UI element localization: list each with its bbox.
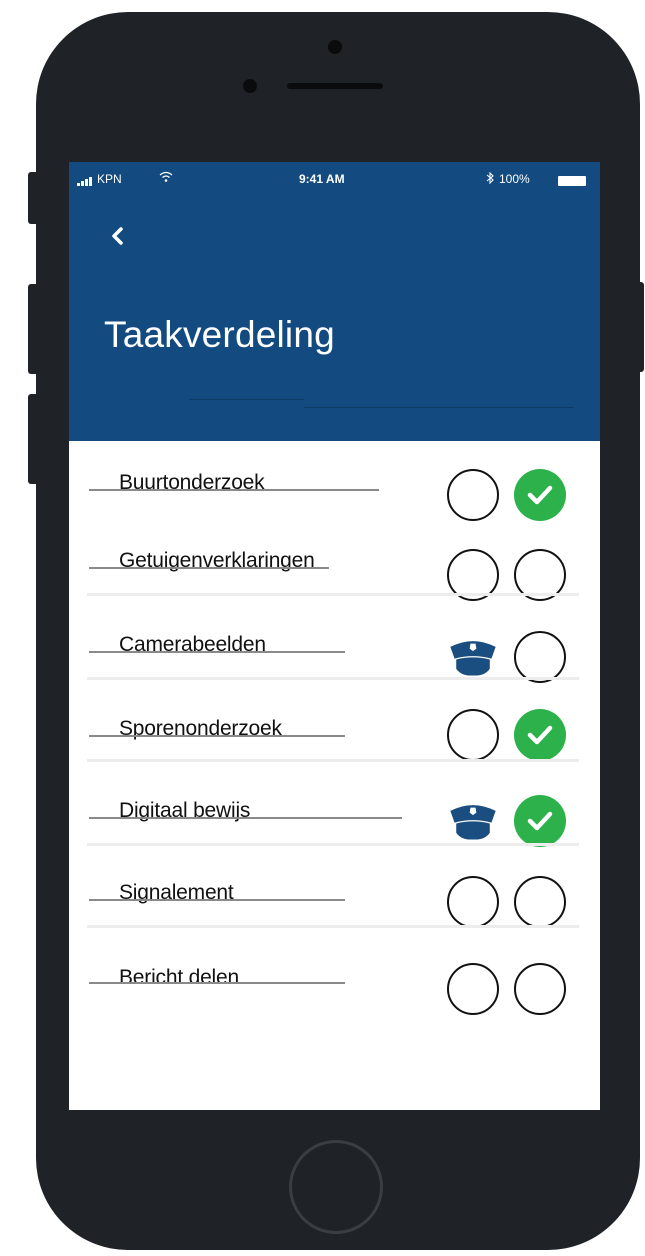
task-label: Digitaal bewijs: [119, 799, 251, 822]
sketch-line: [89, 982, 345, 984]
bluetooth-icon: [486, 171, 494, 187]
chevron-left-icon: [112, 227, 123, 245]
unassigned-circle[interactable]: [514, 631, 566, 683]
task-label: Getuigenverklaringen: [119, 549, 315, 572]
row-divider: [87, 843, 579, 846]
status-bar: KPN 9:41 AM 100%: [69, 170, 600, 190]
unassigned-circle[interactable]: [447, 963, 499, 1015]
header-sketch-line: [304, 407, 574, 408]
earpiece-speaker: [287, 83, 383, 89]
header-bar: KPN 9:41 AM 100% Taakverdeling: [69, 162, 600, 441]
carrier-name: KPN: [97, 172, 122, 186]
page-title: Taakverdeling: [104, 314, 335, 355]
sketch-line: [89, 651, 345, 653]
signal-strength-icon: [77, 177, 92, 186]
police-cap-icon[interactable]: [447, 631, 499, 683]
wifi-icon: [159, 171, 173, 186]
row-divider: [87, 593, 579, 596]
sketch-line: [89, 567, 329, 569]
front-camera: [328, 40, 342, 54]
battery-percentage: 100%: [499, 172, 530, 186]
unassigned-circle[interactable]: [447, 469, 499, 521]
home-button[interactable]: [289, 1140, 383, 1234]
unassigned-circle[interactable]: [447, 876, 499, 928]
sketch-line: [89, 899, 345, 901]
sketch-line: [89, 817, 402, 819]
unassigned-circle[interactable]: [514, 876, 566, 928]
header-sketch-line: [189, 399, 304, 400]
task-label: Camerabeelden: [119, 633, 266, 656]
assigned-checkmark-icon[interactable]: [514, 709, 566, 761]
battery-icon: [558, 176, 586, 186]
task-label: Signalement: [119, 881, 234, 904]
police-cap-icon[interactable]: [447, 795, 499, 847]
unassigned-circle[interactable]: [447, 709, 499, 761]
task-label: Buurtonderzoek: [119, 471, 265, 494]
sketch-line: [89, 489, 379, 491]
clock: 9:41 AM: [299, 172, 345, 186]
task-label: Bericht delen: [119, 966, 239, 989]
unassigned-circle[interactable]: [514, 963, 566, 1015]
task-label: Sporenonderzoek: [119, 717, 282, 740]
back-button[interactable]: [105, 224, 129, 248]
proximity-sensor: [243, 79, 257, 93]
sketch-line: [89, 735, 345, 737]
row-divider: [87, 677, 579, 680]
assigned-checkmark-icon[interactable]: [514, 795, 566, 847]
row-divider: [87, 759, 579, 762]
app-screen: KPN 9:41 AM 100% Taakverdeling Buurtonde…: [69, 162, 600, 1110]
row-divider: [87, 925, 579, 928]
assigned-checkmark-icon[interactable]: [514, 469, 566, 521]
